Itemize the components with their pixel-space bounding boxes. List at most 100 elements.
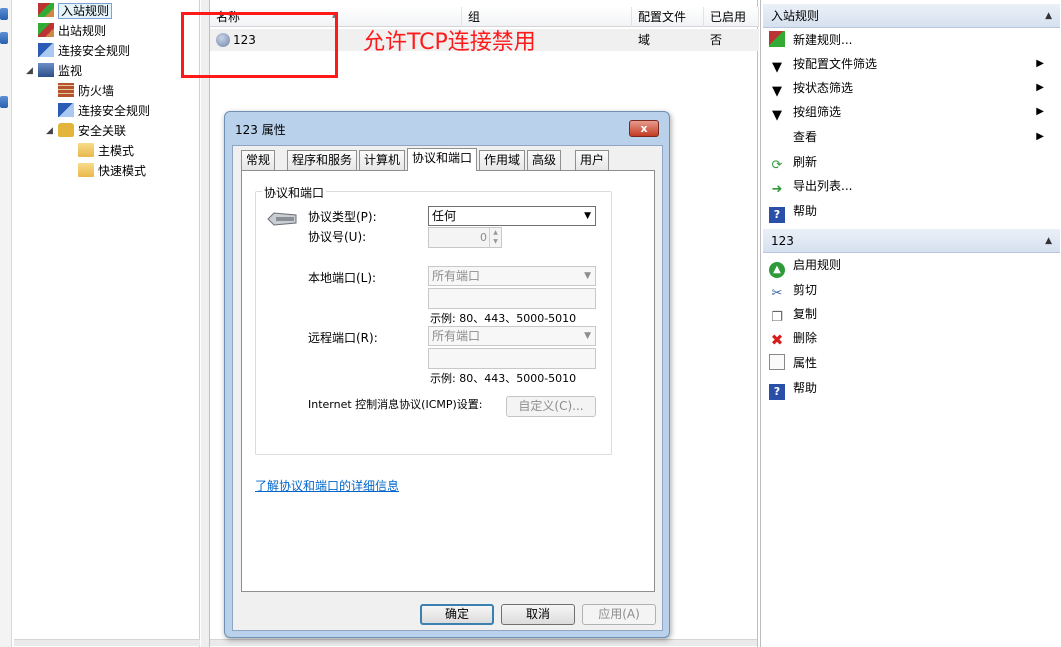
pane-splitter[interactable] xyxy=(201,0,209,647)
help-icon: ? xyxy=(769,207,785,223)
tree-item-label: 主模式 xyxy=(98,144,135,158)
cancel-button[interactable]: 取消 xyxy=(501,604,575,625)
action-label: 按组筛选 xyxy=(793,105,842,119)
folder-icon xyxy=(78,163,94,177)
dropdown-arrow-icon: ▼ xyxy=(584,211,591,221)
local-port-input[interactable] xyxy=(428,288,596,309)
export-icon: ➜ xyxy=(771,182,783,197)
tab-general[interactable]: 常规 xyxy=(241,150,276,170)
tab-users[interactable]: 用户 xyxy=(575,150,610,170)
tree-item-monitor[interactable]: 监视 xyxy=(38,62,82,81)
action-label: 按状态筛选 xyxy=(793,81,854,95)
rule-properties-dialog: 123 属性 x 常规 程序和服务 计算机 协议和端口 作用域 高级 用户 协议… xyxy=(224,111,670,638)
column-header-enabled[interactable]: 已启用 xyxy=(704,7,759,27)
action-help-rule[interactable]: ? 帮助 xyxy=(769,376,817,400)
tree-item-main-mode[interactable]: 主模式 xyxy=(78,142,134,161)
tree-item-connection-security[interactable]: 连接安全规则 xyxy=(38,42,130,61)
action-properties[interactable]: 属性 xyxy=(769,351,817,375)
column-header-label: 配置文件 xyxy=(638,10,687,24)
collapse-section-icon[interactable]: ▲ xyxy=(1045,229,1052,253)
collapse-section-icon[interactable]: ▲ xyxy=(1045,4,1052,28)
action-label: 剪切 xyxy=(793,283,818,297)
list-horizontal-scrollbar[interactable] xyxy=(210,639,757,646)
collapse-arrow-icon[interactable]: ◢ xyxy=(46,126,53,136)
actions-section-title: 入站规则 xyxy=(771,9,820,23)
action-help[interactable]: ? 帮助 xyxy=(769,199,817,223)
actions-section-header[interactable]: 123 ▲ xyxy=(763,229,1060,253)
new-rule-icon xyxy=(769,31,785,47)
lock-icon xyxy=(58,123,74,137)
remote-port-value: 所有端口 xyxy=(432,329,481,343)
tree-item-firewall[interactable]: 防火墙 xyxy=(58,82,114,101)
action-label: 刷新 xyxy=(793,155,818,169)
monitor-icon xyxy=(38,63,54,77)
view-icon xyxy=(769,128,785,144)
clipped-node-icon xyxy=(0,96,8,108)
tree-item-label: 防火墙 xyxy=(78,84,115,98)
protocol-number-stepper[interactable]: 0 ▲ ▼ xyxy=(428,227,502,248)
filter-icon: ▼ xyxy=(772,108,782,123)
tab-computers[interactable]: 计算机 xyxy=(359,150,406,170)
action-delete[interactable]: ✖ 删除 xyxy=(769,326,817,350)
tab-advanced[interactable]: 高级 xyxy=(527,150,562,170)
local-port-select[interactable]: 所有端口 ▼ xyxy=(428,266,596,286)
ok-button[interactable]: 确定 xyxy=(420,604,494,625)
tree-item-monitor-connection-security[interactable]: 连接安全规则 xyxy=(58,102,150,121)
folder-icon xyxy=(78,143,94,157)
refresh-icon: ⟳ xyxy=(771,158,783,173)
tree-horizontal-scrollbar[interactable] xyxy=(14,639,200,646)
action-label: 新建规则... xyxy=(793,33,853,47)
remote-port-input[interactable] xyxy=(428,348,596,369)
local-port-value: 所有端口 xyxy=(432,269,481,283)
tab-protocols-ports[interactable]: 协议和端口 xyxy=(407,148,478,171)
customize-icmp-button[interactable]: 自定义(C)... xyxy=(506,396,596,417)
column-header-profile[interactable]: 配置文件 xyxy=(632,7,704,27)
action-filter-by-profile[interactable]: ▼ 按配置文件筛选 ▶ xyxy=(769,52,1054,76)
remote-port-example: 示例: 80、443、5000-5010 xyxy=(430,372,577,385)
protocol-type-value: 任何 xyxy=(432,209,457,223)
actions-section-header[interactable]: 入站规则 ▲ xyxy=(763,4,1060,28)
submenu-arrow-icon: ▶ xyxy=(1036,58,1044,69)
submenu-arrow-icon: ▶ xyxy=(1036,131,1044,142)
tab-programs-services[interactable]: 程序和服务 xyxy=(287,150,358,170)
tree-item-quick-mode[interactable]: 快速模式 xyxy=(78,162,146,181)
group-title: 协议和端口 xyxy=(262,184,327,201)
action-view[interactable]: 查看 ▶ xyxy=(769,125,1054,149)
action-new-rule[interactable]: 新建规则... xyxy=(769,28,852,52)
tree-item-label: 快速模式 xyxy=(98,164,147,178)
tree-item-inbound-rules[interactable]: 入站规则 xyxy=(38,2,113,21)
connection-security-icon xyxy=(38,43,54,57)
copy-icon: ❐ xyxy=(771,310,783,325)
submenu-arrow-icon: ▶ xyxy=(1036,106,1044,117)
action-filter-by-state[interactable]: ▼ 按状态筛选 ▶ xyxy=(769,76,1054,100)
rule-profile-cell: 域 xyxy=(638,33,651,47)
remote-port-select[interactable]: 所有端口 ▼ xyxy=(428,326,596,346)
action-export-list[interactable]: ➜ 导出列表... xyxy=(769,174,853,198)
collapse-arrow-icon[interactable]: ◢ xyxy=(26,66,33,76)
learn-more-link[interactable]: 了解协议和端口的详细信息 xyxy=(255,477,399,494)
tree-item-outbound-rules[interactable]: 出站规则 xyxy=(38,22,106,41)
enable-icon: ▲ xyxy=(769,262,785,278)
tree-item-security-associations[interactable]: 安全关联 xyxy=(58,122,126,141)
icmp-settings-label: Internet 控制消息协议(ICMP)设置: xyxy=(308,398,483,411)
cut-icon: ✂ xyxy=(771,286,783,301)
actions-pane: 入站规则 ▲ 新建规则... ▼ 按配置文件筛选 ▶ ▼ 按状态筛选 ▶ ▼ 按组筛选 ▶ 查… xyxy=(760,0,1061,647)
protocols-ports-group: 协议和端口 协议类型(P): 任何 ▼ 协议号(U): 0 ▲ ▼ 本地端口(L): … xyxy=(255,184,612,455)
filter-icon: ▼ xyxy=(772,84,782,99)
tab-scope[interactable]: 作用域 xyxy=(479,150,526,170)
spin-arrows-icon[interactable]: ▲ ▼ xyxy=(489,228,501,247)
tree-item-label: 监视 xyxy=(58,64,83,78)
filter-icon: ▼ xyxy=(772,60,782,75)
properties-icon xyxy=(769,354,785,370)
action-label: 帮助 xyxy=(793,381,818,395)
action-cut[interactable]: ✂ 剪切 xyxy=(769,278,817,302)
action-copy[interactable]: ❐ 复制 xyxy=(769,302,817,326)
action-filter-by-group[interactable]: ▼ 按组筛选 ▶ xyxy=(769,100,1054,124)
action-enable-rule[interactable]: ▲ 启用规则 xyxy=(769,253,841,278)
apply-button[interactable]: 应用(A) xyxy=(582,604,656,625)
clipped-node-icon xyxy=(0,8,8,20)
protocol-type-select[interactable]: 任何 ▼ xyxy=(428,206,596,226)
protocol-number-label: 协议号(U): xyxy=(308,230,367,244)
action-refresh[interactable]: ⟳ 刷新 xyxy=(769,150,817,174)
close-button[interactable]: x xyxy=(629,120,659,137)
